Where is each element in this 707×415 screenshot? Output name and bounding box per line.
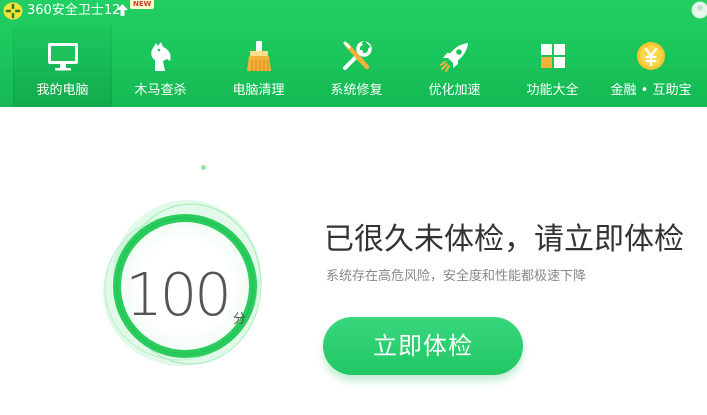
nav-item-trojan-scan[interactable]: 木马查杀 bbox=[112, 27, 209, 107]
user-avatar-icon[interactable] bbox=[688, 0, 707, 22]
header-bar: 360安全卫士12 NEW 我的电脑 木马查杀 电脑清理 系统修复 优化加速 功… bbox=[0, 0, 707, 107]
yen-coin-icon bbox=[637, 42, 665, 70]
score-unit: 分 bbox=[233, 312, 247, 327]
nav-item-label: 金融 • 互助宝 bbox=[610, 83, 692, 98]
main-nav: 我的电脑 木马查杀 电脑清理 系统修复 优化加速 功能大全 金融 • 互助宝 bbox=[0, 27, 707, 107]
broom-icon bbox=[246, 41, 271, 71]
rocket-icon bbox=[439, 43, 468, 72]
nav-item-finance[interactable]: 金融 • 互助宝 bbox=[601, 27, 701, 107]
monitor-icon bbox=[47, 43, 78, 71]
title-bar: 360安全卫士12 NEW bbox=[0, 0, 707, 24]
nav-item-label: 功能大全 bbox=[526, 83, 579, 98]
wrench-screwdriver-icon bbox=[342, 40, 372, 70]
status-subtext: 系统存在高危风险，安全度和性能都极速下降 bbox=[326, 269, 587, 284]
nav-item-label: 优化加速 bbox=[428, 83, 481, 98]
nav-item-label: 我的电脑 bbox=[36, 83, 89, 98]
nav-item-all-features[interactable]: 功能大全 bbox=[504, 27, 601, 107]
horse-icon bbox=[150, 42, 171, 71]
app-title: 360安全卫士12 bbox=[27, 3, 121, 18]
health-score: 100 bbox=[125, 260, 232, 329]
nav-item-label: 木马查杀 bbox=[134, 83, 187, 98]
nav-item-my-computer[interactable]: 我的电脑 bbox=[13, 27, 112, 107]
check-now-button[interactable]: 立即体检 bbox=[323, 317, 523, 375]
nav-item-optimize[interactable]: 优化加速 bbox=[406, 27, 503, 107]
nav-item-label: 电脑清理 bbox=[232, 83, 285, 98]
new-badge: NEW bbox=[130, 0, 155, 9]
grid-icon bbox=[540, 44, 565, 68]
status-headline: 已很久未体检，请立即体检 bbox=[324, 222, 684, 257]
main-panel: 100 分 已很久未体检，请立即体检 系统存在高危风险，安全度和性能都极速下降 … bbox=[0, 107, 707, 415]
update-arrow-icon[interactable] bbox=[116, 3, 129, 17]
nav-item-repair[interactable]: 系统修复 bbox=[308, 27, 405, 107]
360-logo-icon bbox=[3, 2, 23, 20]
nav-item-label: 系统修复 bbox=[330, 83, 383, 98]
nav-item-cleanup[interactable]: 电脑清理 bbox=[210, 27, 307, 107]
decorative-dot bbox=[201, 165, 206, 170]
